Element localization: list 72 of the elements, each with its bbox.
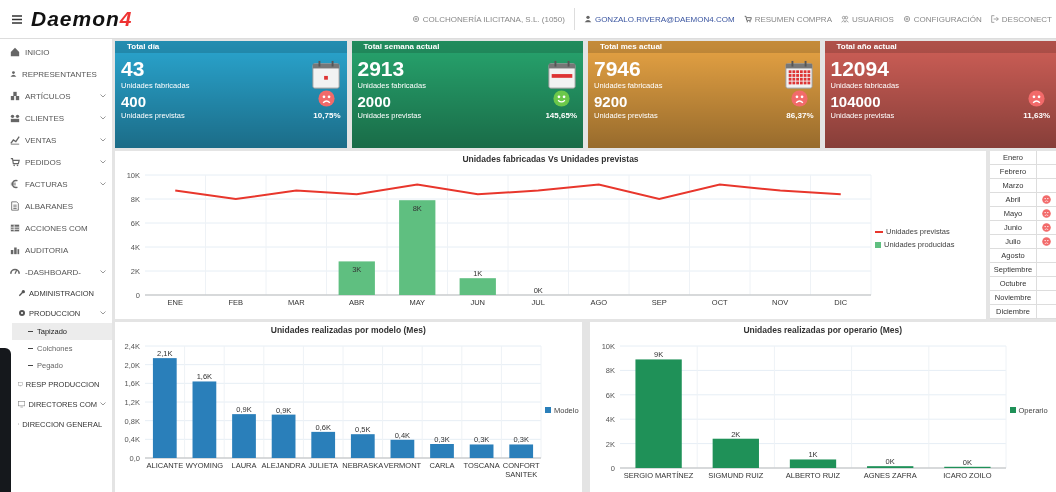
card-forecast: 2000 <box>357 93 392 111</box>
chart-title: Unidades fabricadas Vs Unidades previstas <box>461 153 640 165</box>
card-percent: 10,75% <box>313 111 341 120</box>
sidebar-item[interactable]: ACCIONES COM <box>0 217 112 239</box>
settings-icon <box>411 15 420 23</box>
sidebar-item[interactable]: ARTÍCULOS <box>0 85 112 107</box>
table-icon <box>10 223 20 233</box>
calendar-icon <box>310 60 341 90</box>
card-percent: 145,65% <box>545 111 577 120</box>
card-title: Total día <box>115 41 347 53</box>
bar <box>469 444 494 458</box>
user-link[interactable]: GONZALO.RIVERA@DAEMON4.COM <box>583 14 735 24</box>
wrench-icon <box>18 289 26 297</box>
bar <box>430 444 454 458</box>
header-link[interactable]: RESUMEN COMPRA <box>743 14 832 24</box>
calendar-icon <box>783 60 814 90</box>
cart-icon <box>10 157 20 167</box>
card-value: 7946 <box>594 57 642 81</box>
card-value: 12094 <box>830 57 890 81</box>
bar <box>232 414 256 458</box>
settings-icon <box>902 15 911 23</box>
monitor-icon <box>18 400 26 408</box>
people-icon <box>10 113 20 123</box>
header-link[interactable]: CONFIGURACIÓN <box>902 14 982 24</box>
line-chart-icon <box>10 135 20 145</box>
bar <box>509 444 534 458</box>
card-value: 2913 <box>357 57 406 81</box>
sidebar-item[interactable]: PEDIDOS <box>0 151 112 173</box>
company-selector[interactable]: COLCHONERÍA ILICITANA, S.L. (1050) <box>411 14 565 24</box>
person-icon <box>10 69 17 79</box>
sidebar-item[interactable]: AUDITORIA <box>0 239 112 261</box>
bar <box>459 278 496 295</box>
sidebar-item[interactable]: VENTAS <box>0 129 112 151</box>
monitor-icon <box>18 380 23 388</box>
cart-icon <box>743 15 752 23</box>
boxes-icon <box>10 91 20 101</box>
chart-title: Unidades realizadas por operario (Mes) <box>742 324 904 336</box>
chart-title: Unidades realizadas por modelo (Mes) <box>269 324 427 336</box>
bar <box>311 431 336 458</box>
document-icon <box>10 201 20 211</box>
card-percent: 86,37% <box>786 111 814 120</box>
sidebar-item[interactable]: ALBARANES <box>0 195 112 217</box>
card-value: 43 <box>121 57 146 81</box>
card-forecast: 400 <box>121 93 148 111</box>
calendar-icon <box>547 60 577 90</box>
gauge-icon <box>10 267 20 277</box>
person-icon <box>583 15 592 23</box>
menu-icon[interactable] <box>12 14 22 24</box>
bar <box>350 434 375 458</box>
card-percent: 11,63% <box>1023 111 1050 120</box>
bar <box>271 414 296 458</box>
logout-icon <box>990 15 999 23</box>
bar <box>338 261 375 295</box>
bar-chart-icon <box>10 245 20 255</box>
home-icon <box>10 47 20 57</box>
euro-icon <box>10 179 20 189</box>
logo: Daemon4 <box>31 7 133 31</box>
sidebar-item[interactable]: FACTURAS <box>0 173 112 195</box>
sidebar-item[interactable]: INICIO <box>0 41 112 63</box>
sidebar-item[interactable]: REPRESENTANTES <box>0 63 112 85</box>
card-title: Total mes actual <box>588 41 820 53</box>
bar <box>789 459 836 468</box>
card-forecast: 104000 <box>830 93 882 111</box>
card-title: Total semana actual <box>351 41 583 53</box>
bar <box>712 438 759 468</box>
sidebar-item[interactable]: -DASHBOARD- <box>0 261 112 283</box>
header-link[interactable]: DESCONECT <box>990 14 1052 24</box>
card-forecast: 9200 <box>594 93 629 111</box>
header-link[interactable]: USUARIOS <box>840 14 894 24</box>
users-icon <box>840 15 849 23</box>
card-title: Total año actual <box>824 41 1056 53</box>
sidebar-item[interactable]: CLIENTES <box>0 107 112 129</box>
